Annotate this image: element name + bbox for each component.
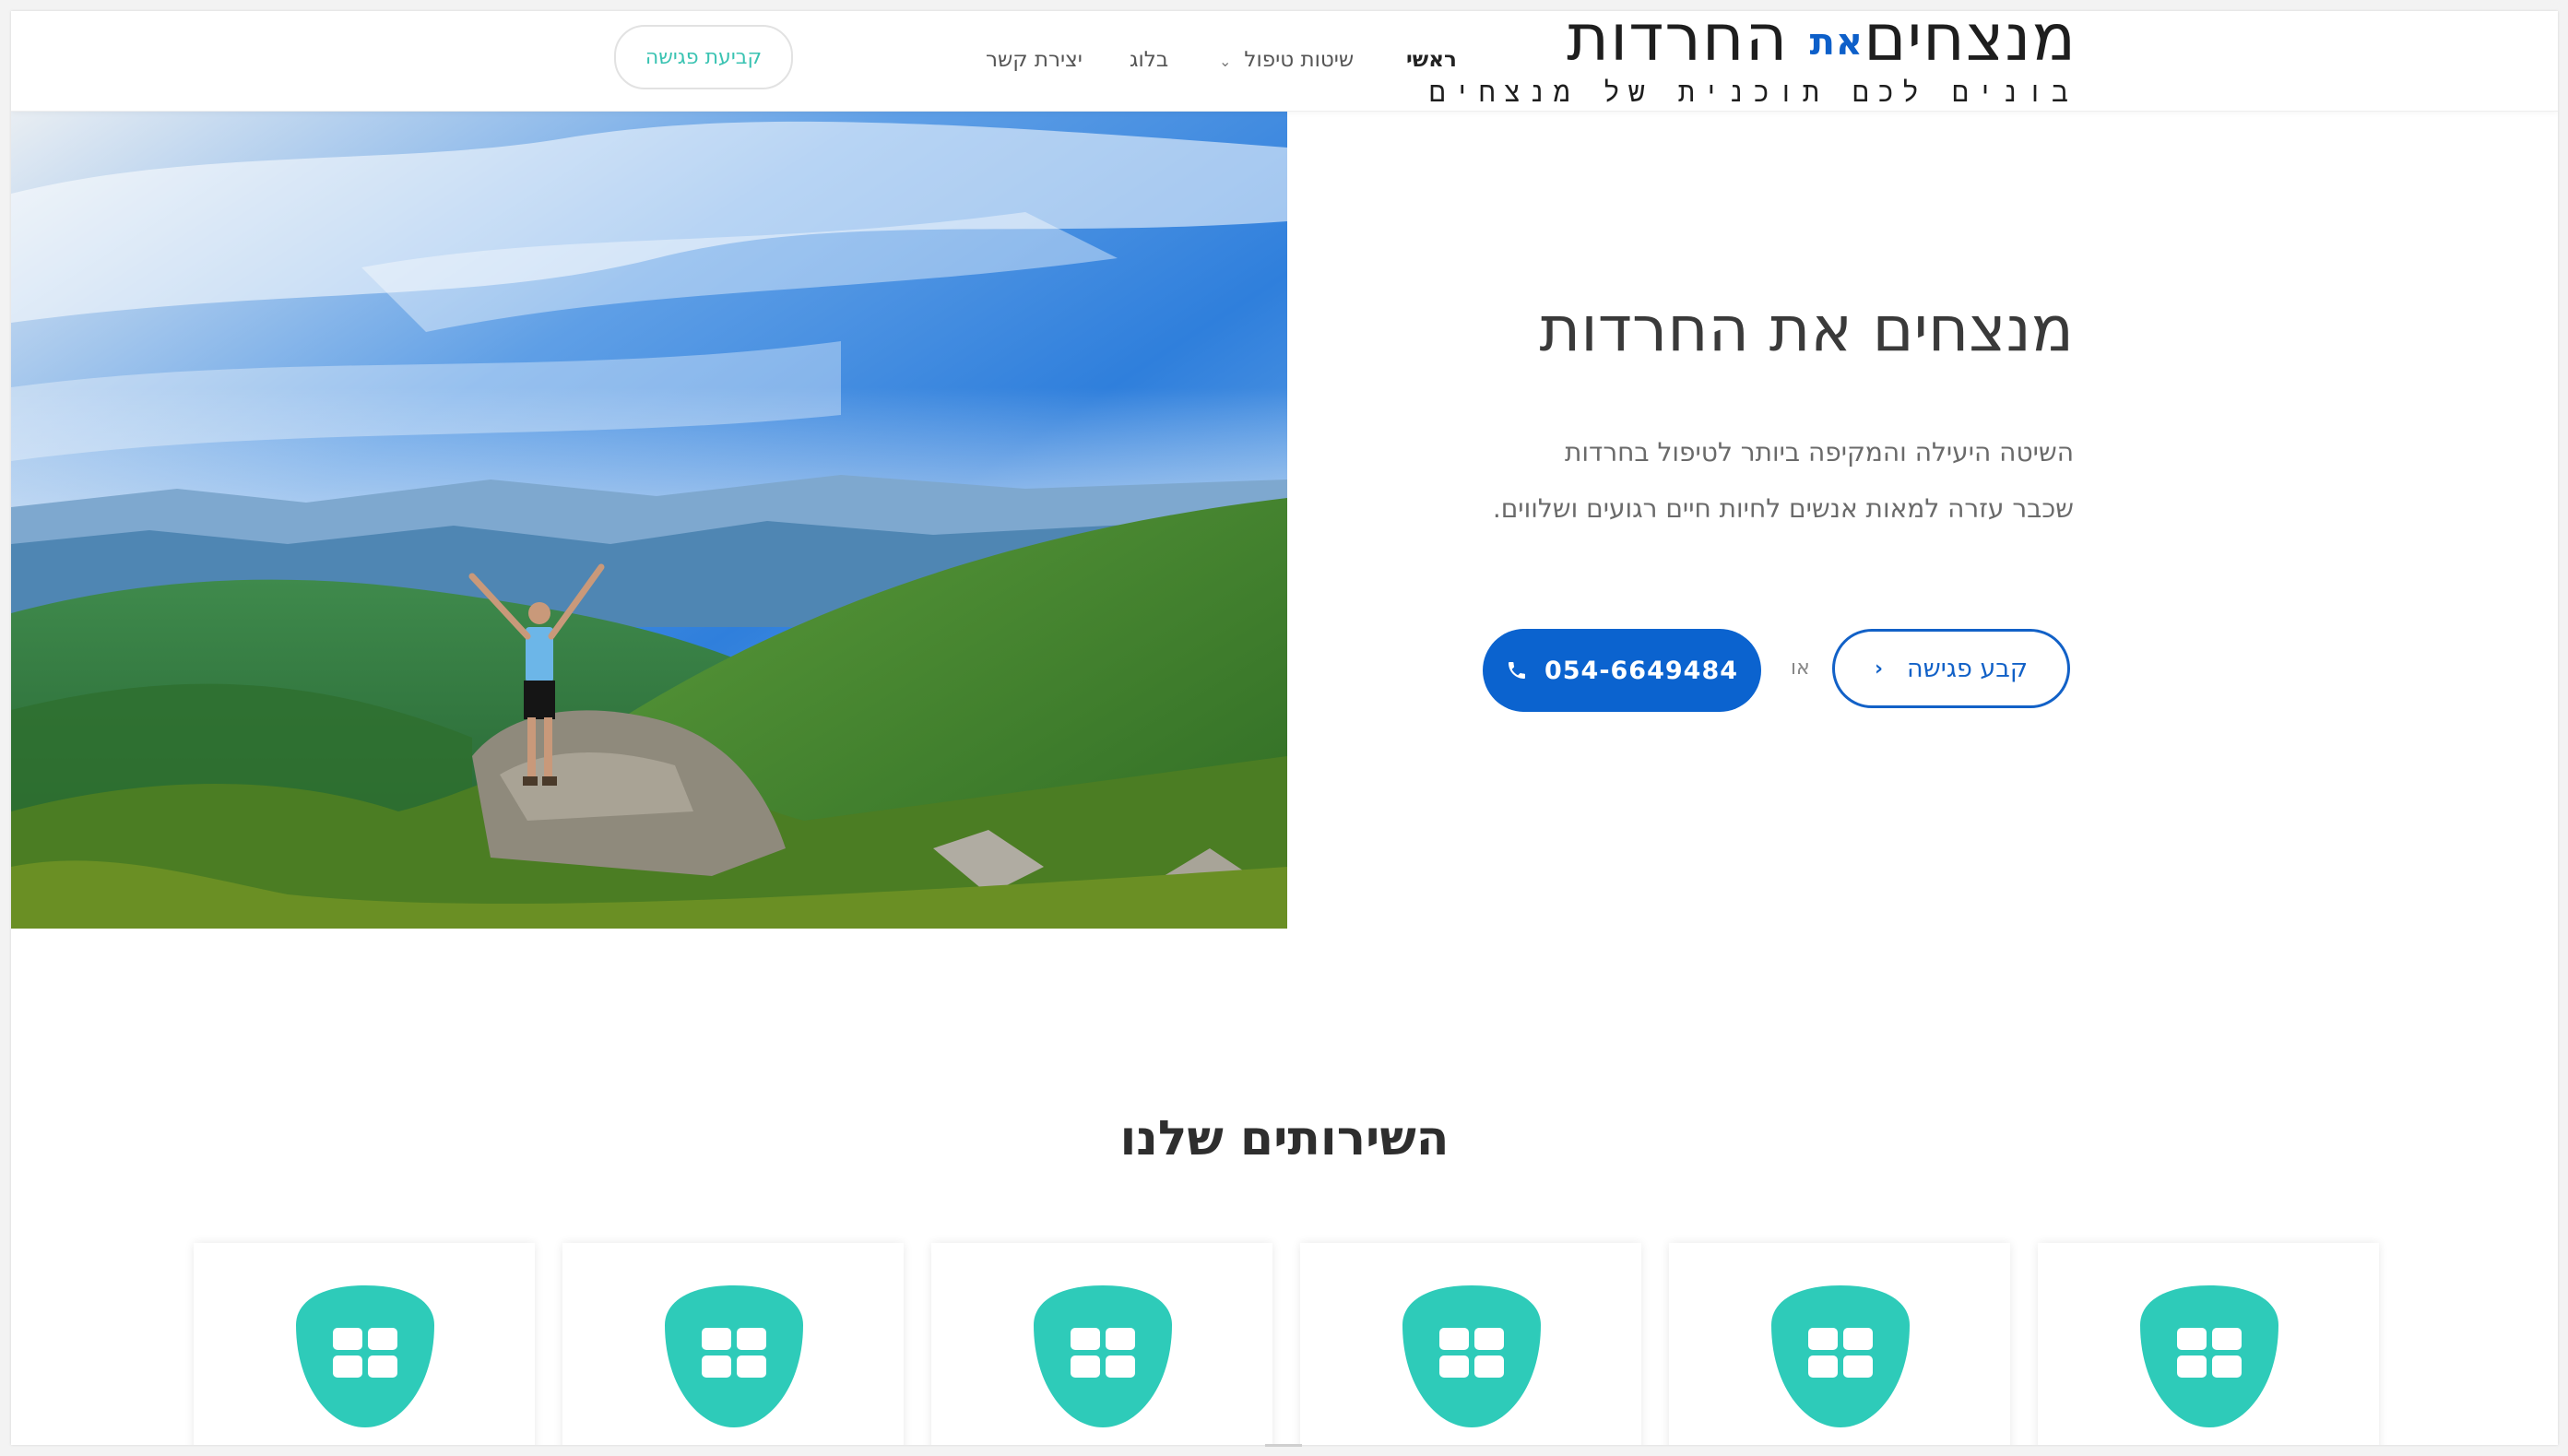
grid-shield-icon: [1771, 1285, 1910, 1427]
nav-item-methods-label: שיטות טיפול: [1244, 48, 1355, 72]
hero-title: מנצחים את החרדות: [1539, 292, 2074, 366]
header-book-meeting-button[interactable]: קביעת פגישה: [614, 25, 793, 89]
services-cards: [11, 1243, 2558, 1445]
grid-shield-icon: [2140, 1285, 2278, 1427]
service-card[interactable]: [1300, 1243, 1641, 1445]
hero-description-line1: השיטה היעילה והמקיפה ביותר לטיפול בחרדות: [1565, 437, 2074, 468]
mountain-landscape-image: [11, 111, 1287, 929]
nav-item-contact[interactable]: יצירת קשר: [986, 48, 1083, 72]
grid-shield-icon: [296, 1285, 434, 1427]
service-card[interactable]: [1669, 1243, 2010, 1445]
call-phone-button[interactable]: 054-6649484: [1483, 629, 1761, 712]
book-meeting-button[interactable]: קבע פגישה ‹: [1832, 629, 2070, 708]
phone-icon: [1506, 659, 1528, 681]
site-header: מנצחיםאת החרדות בונים לכם תוכנית של מנצח…: [11, 11, 2558, 112]
site-logo[interactable]: מנצחיםאת החרדות בונים לכם תוכנית של מנצח…: [1429, 11, 2077, 111]
service-card[interactable]: [562, 1243, 904, 1445]
logo-title: מנצחיםאת החרדות: [1429, 11, 2077, 78]
logo-title-part2: החרדות: [1567, 11, 1789, 76]
service-card[interactable]: [2038, 1243, 2379, 1445]
hero-image: [11, 111, 1287, 929]
logo-title-part1: מנצחים: [1864, 11, 2077, 76]
page: מנצחיםאת החרדות בונים לכם תוכנית של מנצח…: [11, 11, 2558, 1445]
phone-number: 054-6649484: [1544, 656, 1739, 685]
scroll-indicator: [1265, 1444, 1302, 1447]
service-card[interactable]: [194, 1243, 535, 1445]
grid-shield-icon: [665, 1285, 803, 1427]
nav-item-blog[interactable]: בלוג: [1130, 48, 1168, 72]
nav-item-home[interactable]: ראשי: [1406, 48, 1457, 72]
nav-item-methods[interactable]: שיטות טיפול ⌄: [1219, 48, 1354, 72]
grid-shield-icon: [1034, 1285, 1172, 1427]
hero-description: השיטה היעילה והמקיפה ביותר לטיפול בחרדות…: [1493, 424, 2074, 537]
logo-tagline: בונים לכם תוכנית של מנצחים: [1428, 76, 2077, 109]
service-card[interactable]: [931, 1243, 1272, 1445]
services-title: השירותים שלנו: [1119, 1111, 1450, 1167]
book-meeting-label: קבע פגישה: [1907, 654, 2029, 683]
chevron-down-icon: ⌄: [1219, 53, 1232, 70]
grid-shield-icon: [1402, 1285, 1541, 1427]
or-separator: או: [1791, 657, 1810, 680]
hero-description-line2: שכבר עזרה למאות אנשים לחיות חיים רגועים …: [1492, 493, 2074, 524]
logo-title-accent: את: [1809, 20, 1864, 64]
chevron-left-icon: ‹: [1874, 657, 1884, 681]
